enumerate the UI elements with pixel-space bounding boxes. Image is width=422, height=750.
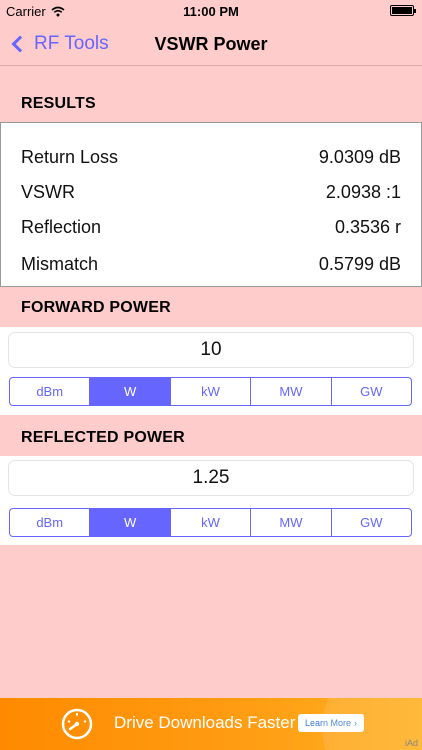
forward-power-header: FORWARD POWER: [21, 299, 171, 316]
result-label: Mismatch: [21, 253, 99, 274]
forward-unit-kw[interactable]: kW: [171, 378, 252, 405]
result-value: 0.5799 dB: [318, 253, 401, 274]
forward-unit-selector[interactable]: dBm W kW MW GW: [9, 377, 412, 406]
result-label: Reflection: [21, 216, 102, 237]
reflected-unit-mw[interactable]: MW: [251, 509, 332, 536]
forward-unit-gw[interactable]: GW: [332, 378, 411, 405]
forward-unit-mw[interactable]: MW: [251, 378, 332, 405]
result-value: 0.3536 r: [334, 216, 401, 237]
result-row-mismatch: Mismatch 0.5799 dB: [21, 252, 401, 276]
speedometer-icon: [61, 708, 93, 740]
reflected-unit-gw[interactable]: GW: [332, 509, 411, 536]
status-time: 11:00 PM: [183, 4, 239, 19]
result-row-reflection: Reflection 0.3536 r: [21, 215, 401, 239]
battery-icon: [390, 5, 416, 16]
result-row-return-loss: Return Loss 9.0309 dB: [21, 145, 401, 169]
result-value: 2.0938 :1: [325, 181, 401, 202]
result-value: 9.0309 dB: [318, 146, 401, 167]
reflected-unit-kw[interactable]: kW: [171, 509, 252, 536]
forward-power-input[interactable]: [8, 332, 414, 368]
learn-more-button[interactable]: Learn More ›: [298, 714, 364, 732]
results-header: RESULTS: [21, 95, 96, 112]
results-panel: Return Loss 9.0309 dB VSWR 2.0938 :1 Ref…: [0, 122, 422, 287]
navigation-bar: RF Tools VSWR Power: [0, 22, 422, 66]
reflected-unit-selector[interactable]: dBm W kW MW GW: [9, 508, 412, 537]
reflected-power-header: REFLECTED POWER: [21, 429, 185, 446]
forward-unit-w[interactable]: W: [90, 378, 171, 405]
forward-power-panel: dBm W kW MW GW: [0, 327, 422, 415]
chevron-right-icon: ›: [354, 718, 358, 728]
iad-label: iAd: [404, 738, 418, 748]
reflected-unit-dbm[interactable]: dBm: [10, 509, 91, 536]
reflected-power-panel: dBm W kW MW GW: [0, 456, 422, 545]
ad-text: Drive Downloads Faster: [114, 713, 296, 732]
ad-banner[interactable]: Drive Downloads Faster Learn More › iAd: [0, 698, 422, 750]
forward-unit-dbm[interactable]: dBm: [10, 378, 91, 405]
result-label: VSWR: [21, 181, 75, 202]
reflected-power-input[interactable]: [8, 460, 414, 496]
learn-more-label: Learn More: [304, 718, 352, 728]
result-row-vswr: VSWR 2.0938 :1: [21, 180, 401, 204]
result-label: Return Loss: [21, 146, 119, 167]
status-bar: Carrier 11:00 PM: [0, 0, 422, 22]
reflected-unit-w[interactable]: W: [90, 509, 171, 536]
page-title: VSWR Power: [154, 34, 268, 54]
